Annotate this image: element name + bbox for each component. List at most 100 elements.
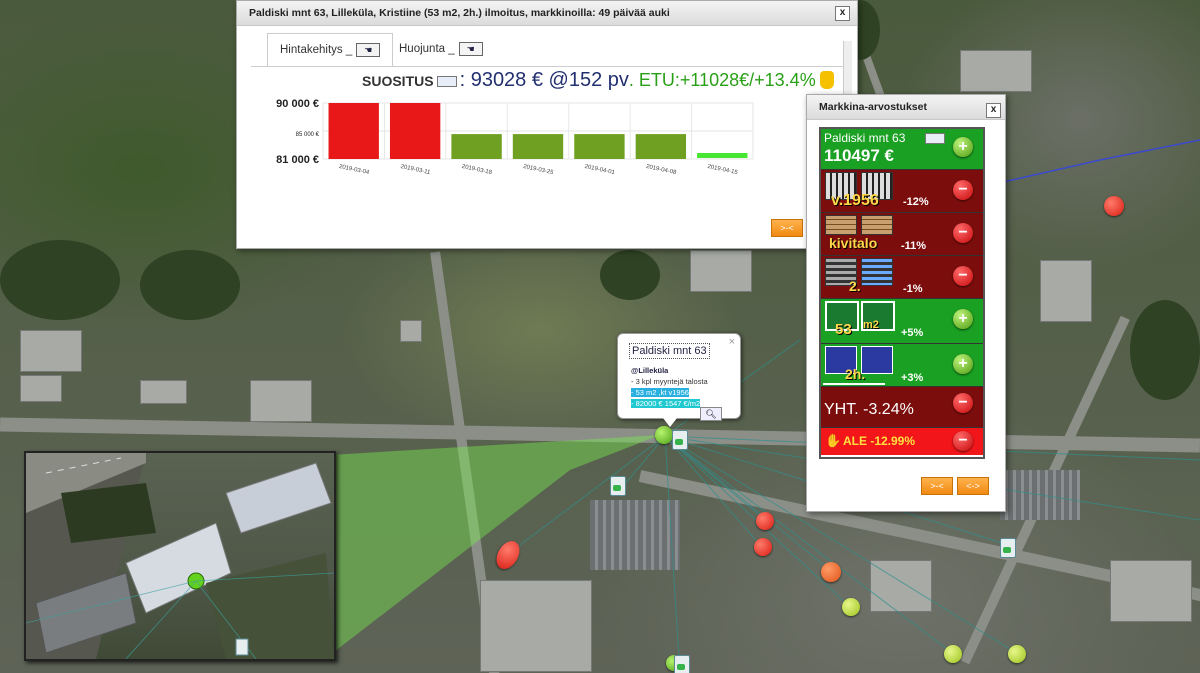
dialog-title: Paldiski mnt 63, Lilleküla, Kristiine (5… bbox=[237, 1, 857, 26]
valuation-panel: Paldiski mnt 63 110497 € + v.1956 -12% −… bbox=[819, 127, 985, 459]
etu-benefit: . ETU:+11028€/+13.4% bbox=[628, 70, 816, 90]
price-summary: SUOSITUS : 93028 € @152 pv. ETU:+11028€/+… bbox=[362, 69, 835, 92]
add-button[interactable]: + bbox=[953, 354, 973, 374]
valuation-header: Paldiski mnt 63 110497 € + bbox=[821, 129, 983, 170]
x-tick-label: 2019-03-04 bbox=[338, 164, 370, 176]
map-marker[interactable] bbox=[754, 538, 772, 556]
close-button[interactable]: x bbox=[835, 6, 850, 21]
remove-button[interactable]: − bbox=[953, 180, 973, 200]
chart-bar[interactable] bbox=[635, 134, 687, 159]
expand-button[interactable]: <-> bbox=[957, 477, 989, 495]
property-popup[interactable]: × Paldiski mnt 63 @Lilleküla - 3 kpl myy… bbox=[617, 333, 741, 427]
material-pct: -11% bbox=[901, 240, 927, 252]
house-marker-icon[interactable] bbox=[674, 655, 690, 673]
tab-label: Hintakehitys _ bbox=[280, 44, 353, 56]
remove-button[interactable]: − bbox=[953, 393, 973, 413]
inset-photo-graphic bbox=[26, 453, 334, 659]
valuation-row-floor: 2. -1% − bbox=[821, 256, 983, 299]
valuation-row-rooms: 2h. +3% + bbox=[821, 344, 983, 387]
map-marker[interactable] bbox=[1104, 196, 1124, 216]
brick-icon bbox=[861, 215, 893, 235]
popup-area: @Lilleküla bbox=[631, 366, 669, 375]
map-marker[interactable] bbox=[821, 562, 841, 582]
popup-title[interactable]: Paldiski mnt 63 bbox=[629, 343, 710, 359]
tab-label: Huojunta _ bbox=[399, 43, 455, 55]
stairs-icon bbox=[861, 258, 893, 286]
recommended-price: : 93028 € @152 pv bbox=[459, 69, 629, 91]
year-label: v.1956 bbox=[831, 192, 879, 209]
tab-hintakehitys[interactable]: Hintakehitys _ ☚ bbox=[267, 33, 393, 67]
x-tick-label: 2019-03-11 bbox=[400, 164, 431, 176]
chart-bar[interactable] bbox=[574, 134, 625, 159]
map-marker[interactable] bbox=[756, 512, 774, 530]
ale-discount: ALE -12.99% bbox=[843, 434, 916, 448]
brick-icon bbox=[825, 215, 857, 235]
x-tick-label: 2019-04-01 bbox=[584, 164, 616, 176]
selected-property-marker[interactable] bbox=[655, 426, 673, 444]
x-tick-label: 2019-04-15 bbox=[707, 164, 739, 176]
rooms-label: 2h. bbox=[845, 366, 866, 382]
year-pct: -12% bbox=[903, 196, 929, 208]
y-tick-label: 85 000 € bbox=[296, 132, 320, 138]
popup-sales-count: - 3 kpl myyntejä talosta bbox=[631, 377, 708, 386]
size-value: 53 bbox=[835, 321, 852, 338]
street-view-inset[interactable] bbox=[24, 451, 336, 661]
market-valuation-dialog[interactable]: Markkina-arvostukset x Paldiski mnt 63 1… bbox=[806, 94, 1006, 512]
zoom-icon[interactable]: 🔍︎ bbox=[700, 407, 722, 421]
zoom-icon[interactable]: ☚ bbox=[356, 42, 381, 57]
zoom-icon[interactable] bbox=[925, 133, 945, 144]
remove-button[interactable]: − bbox=[953, 266, 973, 286]
money-bag-icon bbox=[820, 70, 835, 89]
price-history-dialog[interactable]: Paldiski mnt 63, Lilleküla, Kristiine (5… bbox=[236, 0, 858, 249]
y-tick-label: 81 000 € bbox=[276, 154, 319, 166]
market-price: 110497 € bbox=[824, 146, 894, 165]
collapse-button[interactable]: >-< bbox=[771, 219, 803, 237]
chart-bar[interactable] bbox=[451, 134, 502, 159]
search-icon[interactable] bbox=[436, 76, 457, 88]
total-pct: YHT. -3.24% bbox=[824, 401, 914, 418]
property-address: Paldiski mnt 63 bbox=[824, 131, 906, 145]
popup-size-year: - 53 m2 ,kt v1956 bbox=[631, 388, 689, 397]
chart-bar[interactable] bbox=[328, 103, 379, 159]
valuation-row-ale: ✋ ALE -12.99% − bbox=[821, 428, 983, 455]
size-unit: m2 bbox=[863, 319, 879, 331]
x-tick-label: 2019-03-25 bbox=[523, 164, 555, 176]
remove-button[interactable]: − bbox=[953, 431, 973, 451]
close-button[interactable]: x bbox=[986, 103, 1001, 118]
valuation-row-size: 53 m2 +5% + bbox=[821, 299, 983, 344]
hand-icon: ✋ bbox=[825, 433, 842, 448]
popup-close-icon[interactable]: × bbox=[729, 336, 735, 348]
chart-bar[interactable] bbox=[697, 153, 748, 158]
map-marker[interactable] bbox=[1008, 645, 1026, 663]
add-button[interactable]: + bbox=[953, 309, 973, 329]
price-history-chart: 90 000 € 85 000 € 81 000 € 2019-03-04 2019-0… bbox=[276, 98, 754, 176]
valuation-row-total: YHT. -3.24% − bbox=[821, 387, 983, 428]
divider bbox=[823, 383, 885, 385]
house-marker-icon[interactable] bbox=[1000, 538, 1016, 558]
x-tick-label: 2019-03-18 bbox=[461, 164, 493, 176]
map-marker[interactable] bbox=[944, 645, 962, 663]
chart-bar[interactable] bbox=[389, 103, 441, 159]
popup-last-price: - 82000 € 1547 €/m2 bbox=[631, 399, 701, 408]
remove-button[interactable]: − bbox=[953, 223, 973, 243]
x-tick-label: 2019-04-08 bbox=[645, 164, 677, 176]
map-marker[interactable] bbox=[842, 598, 860, 616]
size-pct: +5% bbox=[901, 327, 924, 339]
rooms-pct: +3% bbox=[901, 372, 924, 384]
y-tick-label: 90 000 € bbox=[276, 98, 319, 110]
add-button[interactable]: + bbox=[953, 137, 973, 157]
room-icon bbox=[861, 346, 893, 374]
dialog-title: Markkina-arvostukset bbox=[807, 95, 1005, 120]
house-marker-icon[interactable] bbox=[610, 476, 626, 496]
house-marker-icon[interactable] bbox=[672, 430, 688, 450]
material-label: kivitalo bbox=[829, 235, 878, 251]
chart-bar[interactable] bbox=[512, 134, 564, 159]
zoom-icon[interactable]: ☚ bbox=[458, 41, 483, 56]
valuation-row-year: v.1956 -12% − bbox=[821, 170, 983, 213]
floor-label: 2. bbox=[849, 278, 861, 294]
suositus-label: SUOSITUS bbox=[362, 73, 434, 89]
collapse-button[interactable]: >-< bbox=[921, 477, 953, 495]
valuation-row-material: kivitalo -11% − bbox=[821, 213, 983, 256]
tab-huojunta[interactable]: Huojunta _ ☚ bbox=[387, 33, 499, 65]
floor-pct: -1% bbox=[903, 283, 923, 295]
